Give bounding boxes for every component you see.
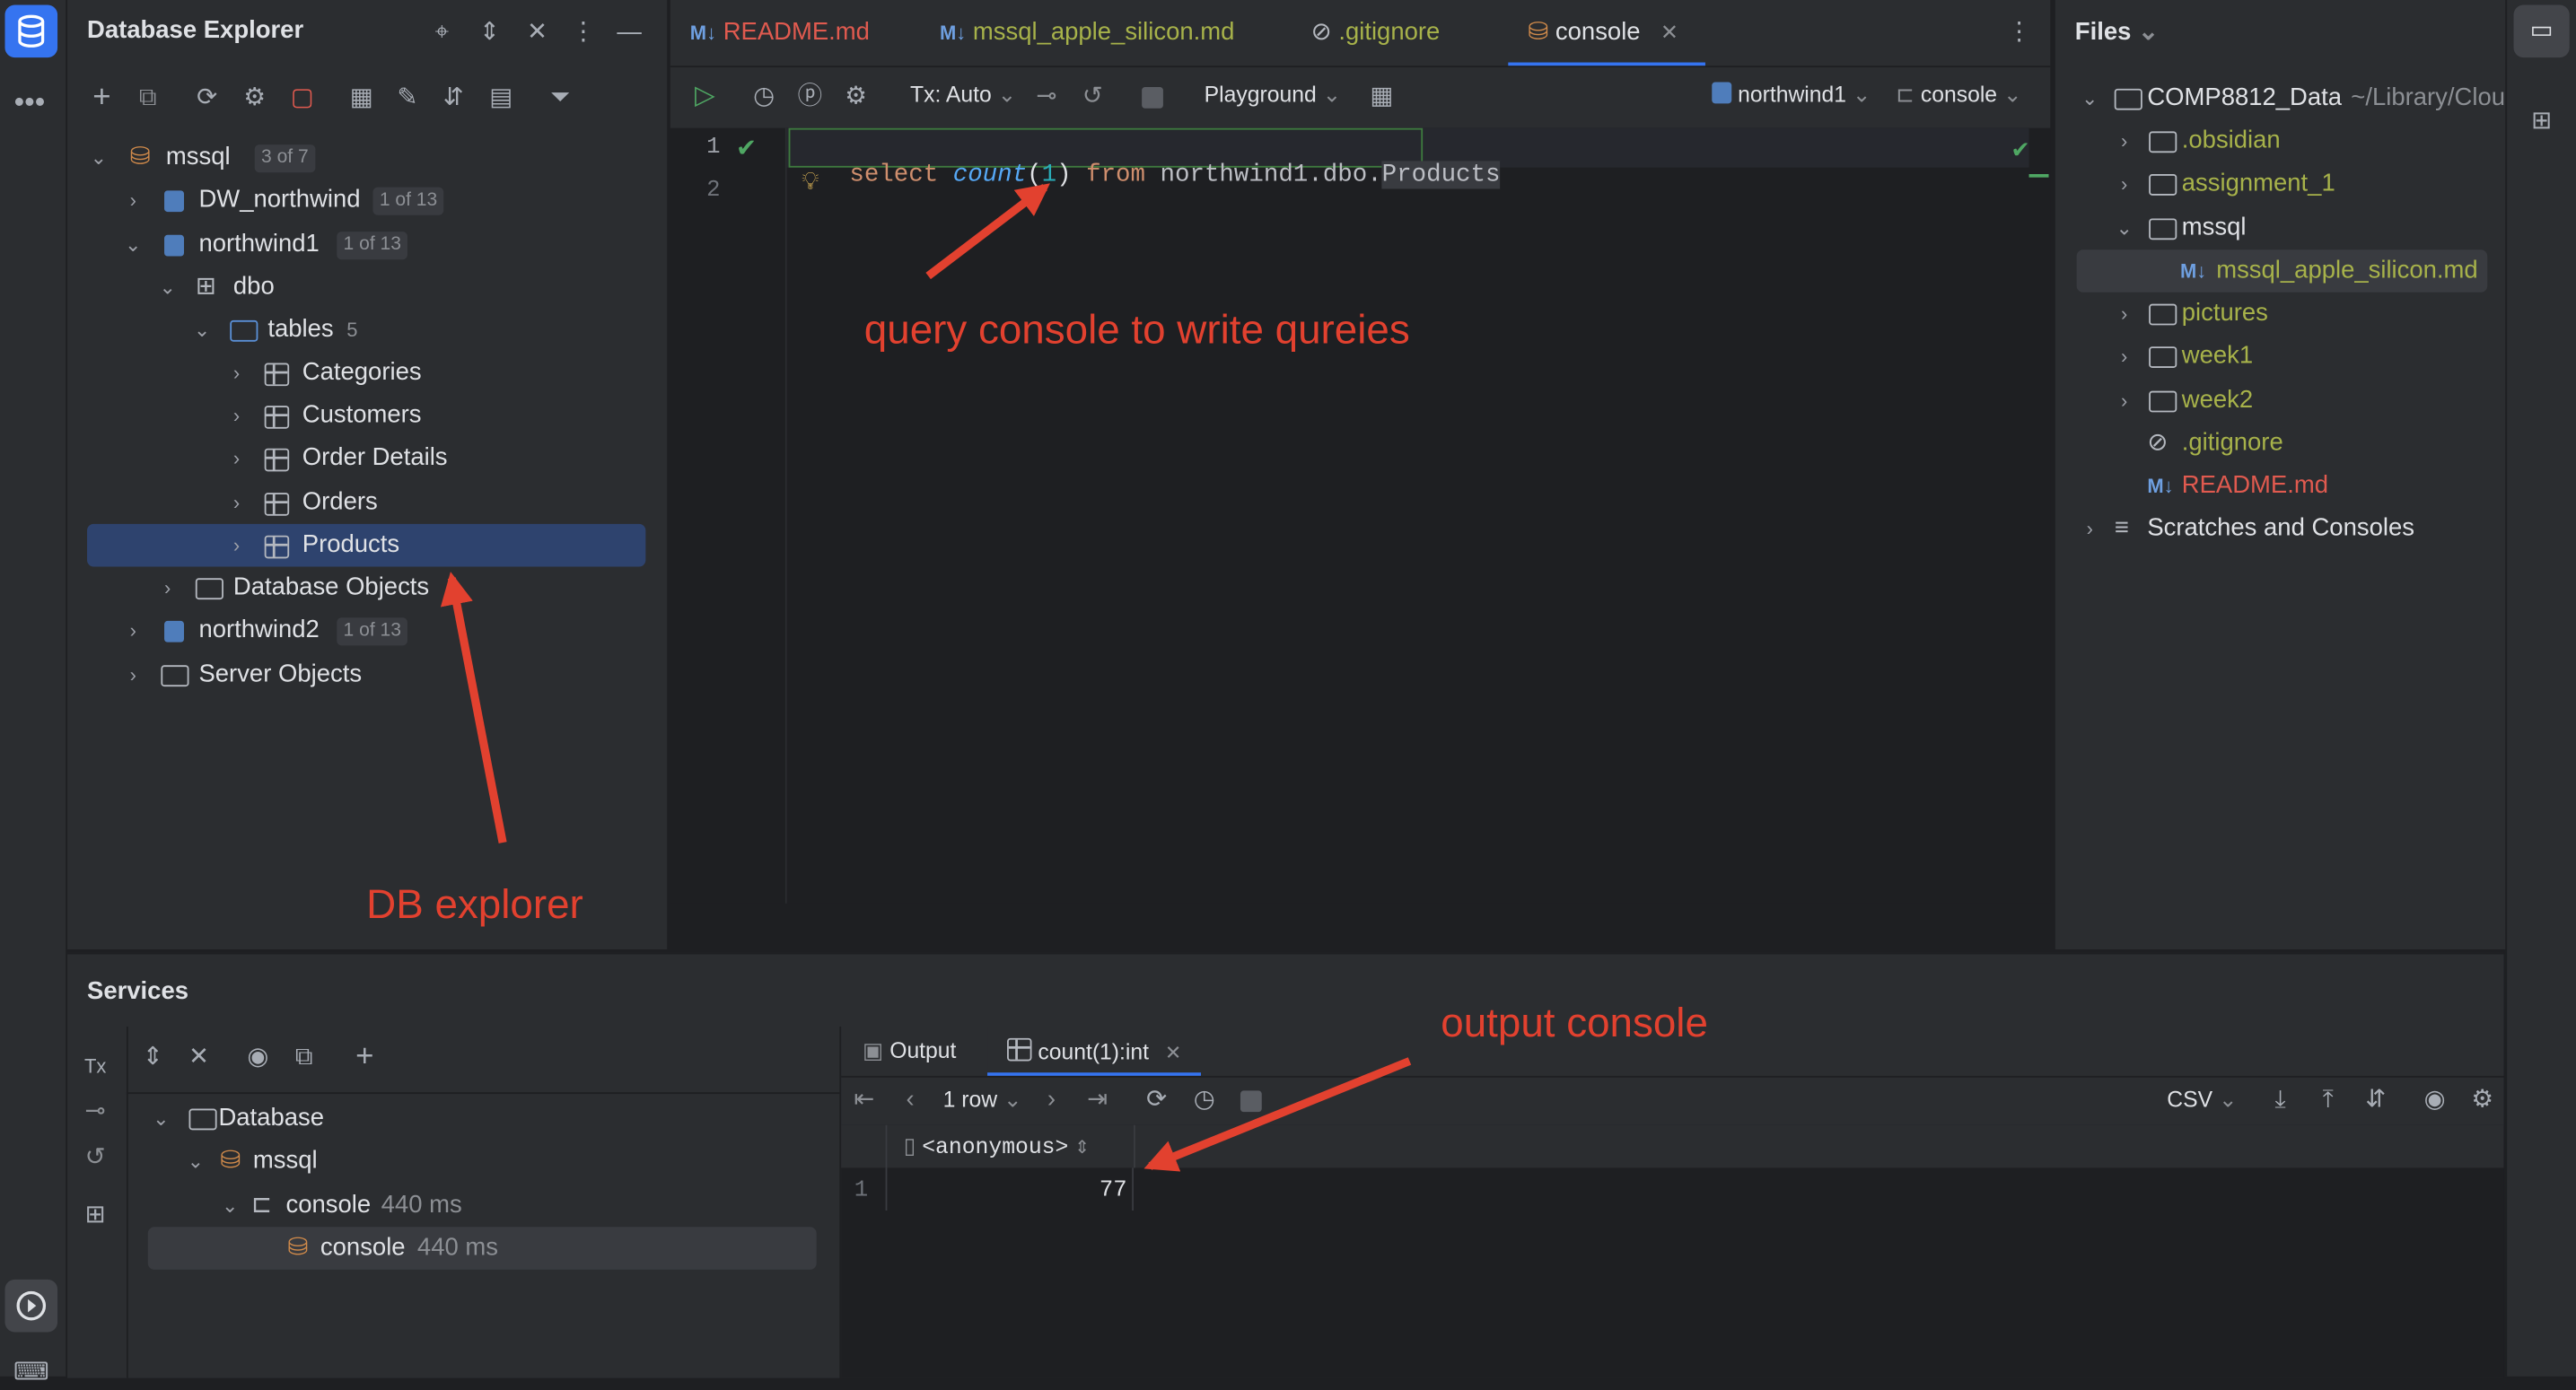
annotation-db-explorer: DB explorer bbox=[366, 881, 583, 929]
arrow-to-explorer bbox=[440, 572, 507, 844]
annotation-arrows bbox=[440, 183, 1412, 1172]
annotation-output-console: output console bbox=[1441, 1000, 1708, 1046]
arrow-to-query bbox=[925, 183, 1050, 280]
annotation-query-console: query console to write qureies bbox=[863, 307, 1410, 354]
arrow-to-output bbox=[1143, 1057, 1412, 1172]
